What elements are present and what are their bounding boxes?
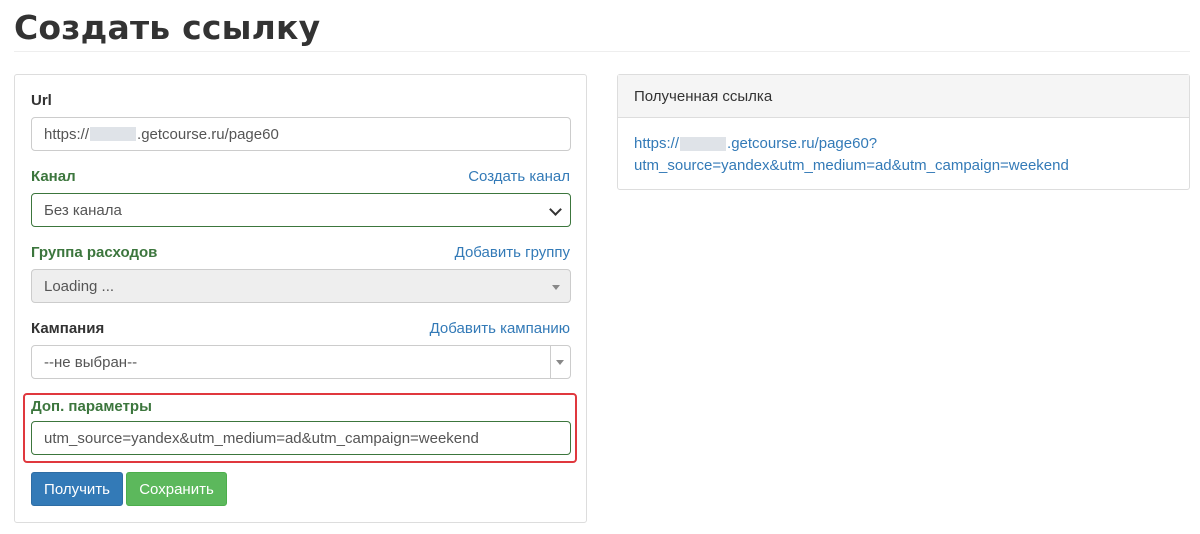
page-title: Создать ссылку: [14, 8, 321, 47]
add-group-link[interactable]: Добавить группу: [455, 244, 570, 261]
extra-params-value: utm_source=yandex&utm_medium=ad&utm_camp…: [44, 429, 479, 447]
create-channel-link[interactable]: Создать канал: [468, 168, 570, 185]
caret-down-icon: [552, 285, 560, 290]
expense-group-select[interactable]: Loading ...: [31, 269, 571, 303]
caret-down-icon: [556, 360, 564, 365]
campaign-select[interactable]: --не выбран--: [31, 345, 571, 379]
url-label: Url: [31, 92, 52, 109]
channel-select[interactable]: Без канала: [31, 193, 571, 227]
url-value-suffix: .getcourse.ru/page60: [137, 125, 279, 143]
save-button[interactable]: Сохранить: [126, 472, 227, 506]
get-link-button[interactable]: Получить: [31, 472, 123, 506]
chevron-down-icon: [549, 203, 562, 216]
campaign-label: Кампания: [31, 320, 105, 337]
redacted-host: [90, 127, 137, 141]
result-link-line2: utm_source=yandex&utm_medium=ad&utm_camp…: [634, 157, 1069, 174]
result-panel-heading: Полученная ссылка: [618, 75, 1189, 118]
result-link-prefix: https://: [634, 135, 680, 152]
result-heading-text: Полученная ссылка: [634, 87, 773, 105]
result-panel: Полученная ссылка https:// .getcourse.ru/…: [617, 74, 1190, 190]
expense-group-selected-value: Loading ...: [44, 277, 115, 295]
url-input[interactable]: https:// .getcourse.ru/page60: [31, 117, 571, 151]
add-campaign-link[interactable]: Добавить кампанию: [430, 320, 570, 337]
result-link-line1: .getcourse.ru/page60?: [727, 135, 878, 152]
url-value-prefix: https://: [44, 125, 90, 143]
redacted-host: [680, 137, 727, 152]
link-form-panel: Url https:// .getcourse.ru/page60 Канал С…: [14, 74, 587, 523]
campaign-select-arrow[interactable]: [550, 346, 570, 378]
extra-params-input[interactable]: utm_source=yandex&utm_medium=ad&utm_camp…: [31, 421, 571, 455]
expense-group-label: Группа расходов: [31, 244, 158, 261]
result-link[interactable]: https:// .getcourse.ru/page60? utm_source…: [634, 133, 1174, 177]
campaign-selected-value: --не выбран--: [44, 353, 138, 371]
channel-selected-value: Без канала: [44, 201, 122, 219]
title-divider: [14, 51, 1190, 52]
channel-label: Канал: [31, 168, 76, 185]
extra-params-label: Доп. параметры: [31, 398, 152, 415]
